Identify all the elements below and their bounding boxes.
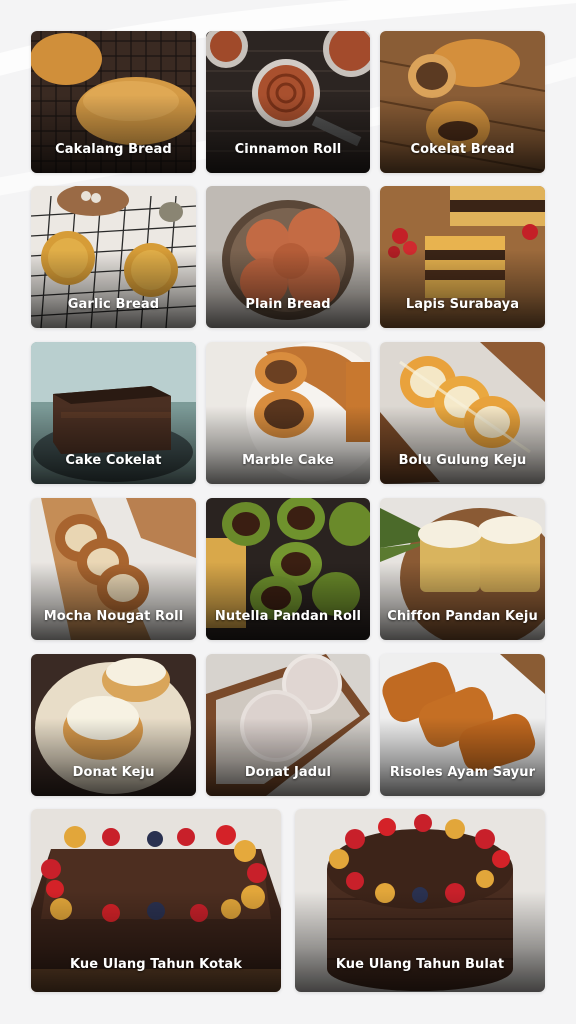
menu-card-kue-ulang-tahun-bulat[interactable]: Kue Ulang Tahun Bulat: [295, 809, 545, 992]
menu-card-label: Plain Bread: [245, 297, 331, 312]
menu-card-garlic-bread[interactable]: Garlic Bread: [31, 186, 196, 328]
menu-card-label: Donat Jadul: [244, 765, 332, 780]
menu-card-cinnamon-roll[interactable]: Cinnamon Roll: [206, 31, 370, 173]
menu-card-label: Cinnamon Roll: [234, 142, 342, 157]
menu-card-label: Cake Cokelat: [65, 453, 162, 468]
menu-card-label: Garlic Bread: [67, 297, 160, 312]
menu-card-label: Cokelat Bread: [410, 142, 515, 157]
menu-card-label: Kue Ulang Tahun Bulat: [335, 957, 505, 972]
menu-card-mocha-nougat-roll[interactable]: Mocha Nougat Roll: [31, 498, 196, 640]
menu-card-label: Chiffon Pandan Keju: [387, 609, 538, 624]
menu-card-kue-ulang-tahun-kotak[interactable]: Kue Ulang Tahun Kotak: [31, 809, 281, 992]
menu-card-label: Donat Keju: [72, 765, 155, 780]
menu-card-cokelat-bread[interactable]: Cokelat Bread: [380, 31, 545, 173]
menu-card-label: Kue Ulang Tahun Kotak: [69, 957, 243, 972]
menu-card-bolu-gulung-keju[interactable]: Bolu Gulung Keju: [380, 342, 545, 484]
menu-card-chiffon-pandan-keju[interactable]: Chiffon Pandan Keju: [380, 498, 545, 640]
menu-card-marble-cake[interactable]: Marble Cake: [206, 342, 370, 484]
menu-card-label: Lapis Surabaya: [405, 297, 520, 312]
menu-card-label: Mocha Nougat Roll: [43, 609, 184, 624]
menu-card-nutella-pandan-roll[interactable]: Nutella Pandan Roll: [206, 498, 370, 640]
menu-card-cake-cokelat[interactable]: Cake Cokelat: [31, 342, 196, 484]
menu-card-risoles-ayam-sayur[interactable]: Risoles Ayam Sayur: [380, 654, 545, 796]
menu-card-label: Marble Cake: [242, 453, 334, 468]
menu-card-donat-jadul[interactable]: Donat Jadul: [206, 654, 370, 796]
menu-card-label: Cakalang Bread: [55, 142, 172, 157]
menu-card-cakalang-bread[interactable]: Cakalang Bread: [31, 31, 196, 173]
menu-card-donat-keju[interactable]: Donat Keju: [31, 654, 196, 796]
menu-card-plain-bread[interactable]: Plain Bread: [206, 186, 370, 328]
menu-card-label: Nutella Pandan Roll: [214, 609, 362, 624]
menu-card-label: Bolu Gulung Keju: [398, 453, 527, 468]
menu-card-lapis-surabaya[interactable]: Lapis Surabaya: [380, 186, 545, 328]
menu-card-label: Risoles Ayam Sayur: [389, 765, 536, 780]
